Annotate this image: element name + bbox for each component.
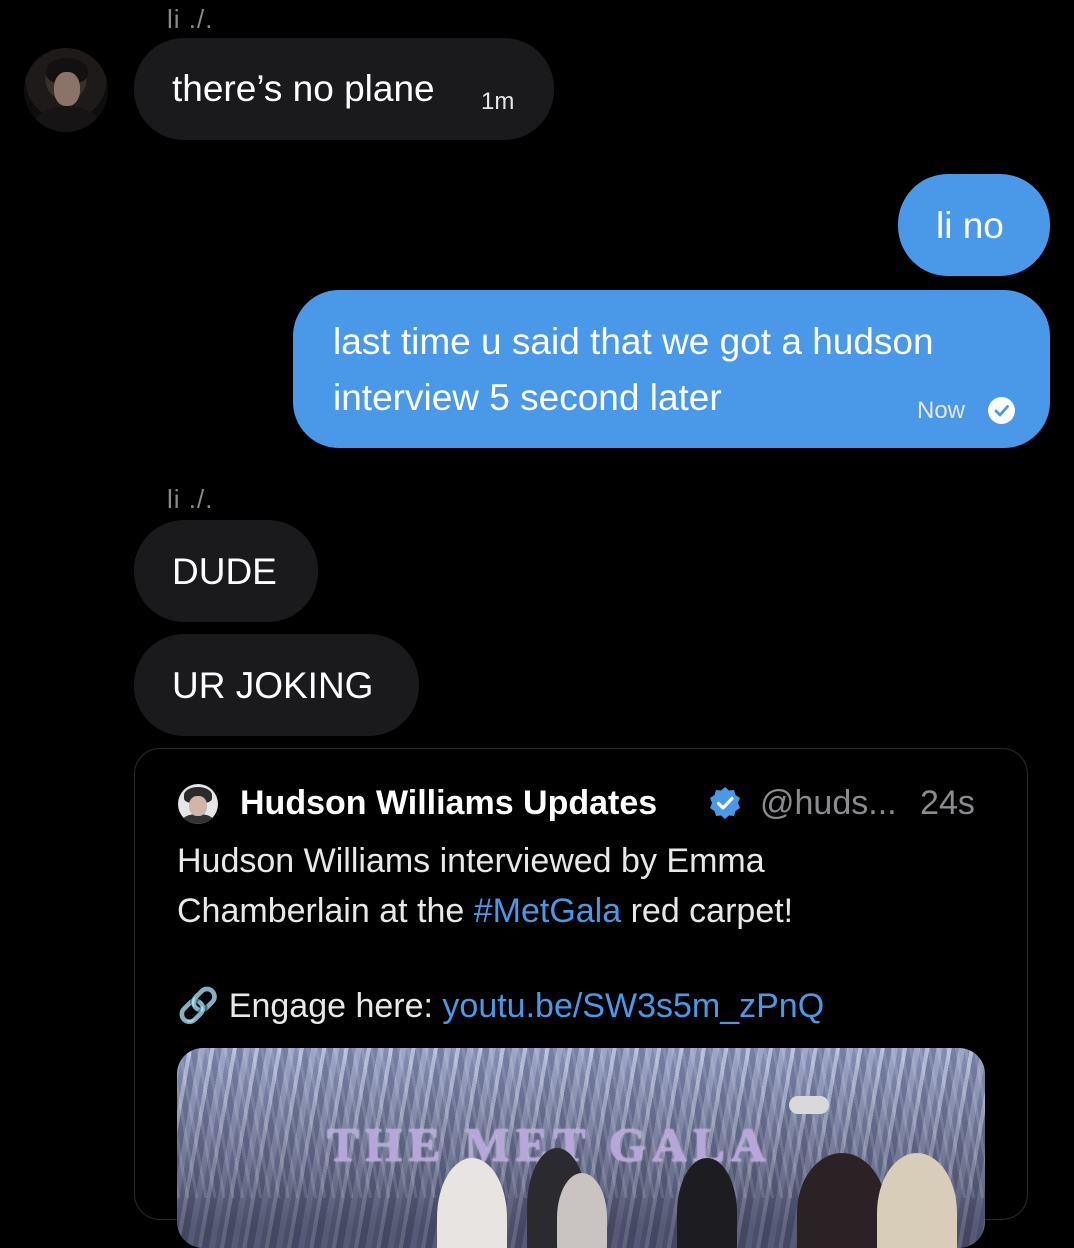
message-text: DUDE <box>172 551 277 592</box>
handle-text: @huds... <box>760 784 897 822</box>
post-text-fragment: Engage here: <box>228 987 443 1025</box>
post-media-image[interactable]: THE MET GALA <box>177 1048 985 1248</box>
message-timestamp: 1m <box>481 88 515 115</box>
hashtag-link[interactable]: #MetGala <box>474 892 621 930</box>
message-text-line: last time u said that we got a hudson <box>333 321 934 362</box>
message-bubble-outgoing[interactable]: last time u said that we got a hudson in… <box>293 290 1050 448</box>
url-link[interactable]: youtu.be/SW3s5m_zPnQ <box>442 987 824 1025</box>
message-bubble-incoming[interactable]: DUDE <box>134 520 318 622</box>
message-timestamp: Now <box>917 397 966 424</box>
post-text-fragment: Chamberlain at the <box>177 892 474 930</box>
message-text: li no <box>936 205 1004 246</box>
camera-icon <box>789 1096 829 1114</box>
message-bubble-incoming[interactable]: there’s no plane 1m <box>134 38 554 140</box>
post-author-avatar[interactable] <box>178 784 218 824</box>
verified-badge-icon <box>707 785 743 826</box>
contact-avatar[interactable] <box>24 48 108 132</box>
message-bubble-outgoing[interactable]: li no <box>898 174 1050 276</box>
message-text-line: interview 5 second later <box>333 377 722 418</box>
post-author-handle[interactable]: @huds... 24s <box>760 784 975 823</box>
check-circle-icon <box>988 397 1015 424</box>
post-text-line: Hudson Williams interviewed by Emma <box>177 842 765 880</box>
sender-name: li ./. <box>167 4 214 34</box>
link-icon: 🔗 <box>177 986 220 1026</box>
message-text: there’s no plane <box>172 68 435 109</box>
post-author-name[interactable]: Hudson Williams Updates <box>240 784 657 823</box>
sender-name: li ./. <box>167 484 214 514</box>
message-text: UR JOKING <box>172 665 374 706</box>
post-text-line: Chamberlain at the #MetGala red carpet! <box>177 892 793 931</box>
post-text-fragment: red carpet! <box>621 892 794 930</box>
post-link-line: 🔗 Engage here: youtu.be/SW3s5m_zPnQ <box>177 986 824 1026</box>
post-time: 24s <box>920 784 975 822</box>
message-bubble-incoming[interactable]: UR JOKING <box>134 634 419 736</box>
